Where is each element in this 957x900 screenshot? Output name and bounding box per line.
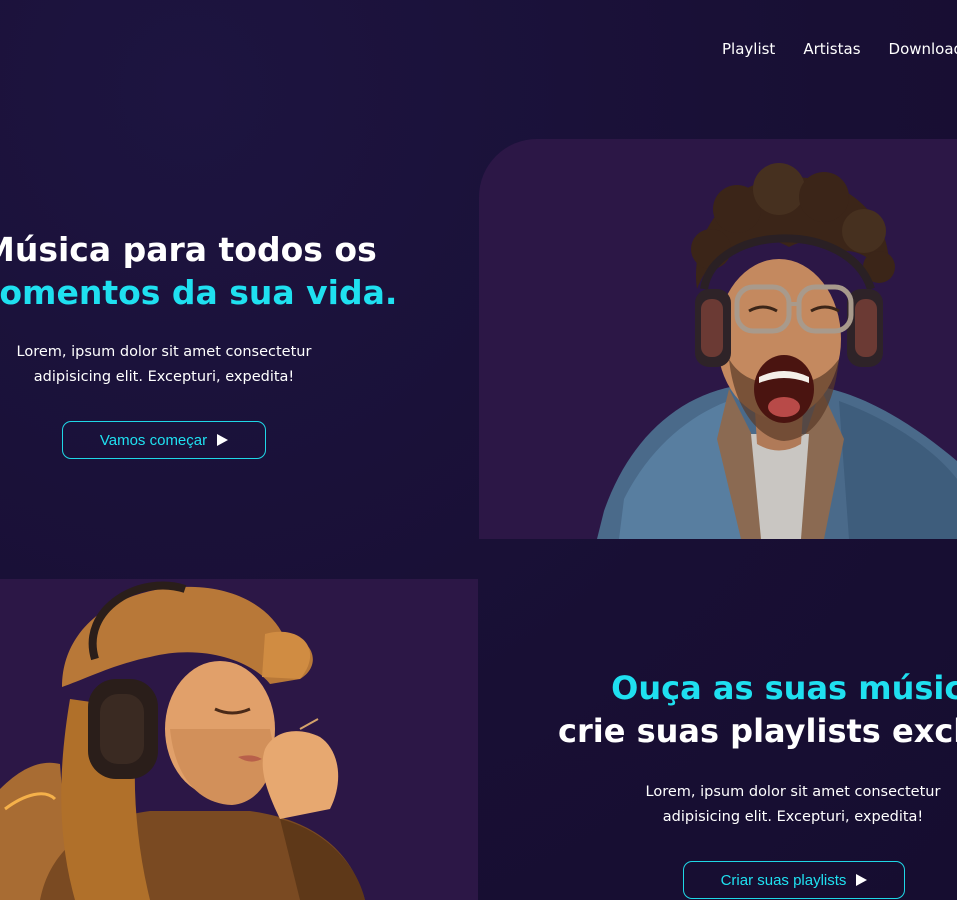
hero-2-title-line-1: Ouça as suas músicas e (611, 669, 957, 707)
hero-1-title-line-2: momentos da sua vida. (0, 273, 398, 312)
hero-1-image-man-with-headphones (479, 139, 957, 539)
man-with-headphones-illustration (597, 163, 957, 539)
hero-1-title-line-1: Música para todos os (0, 230, 377, 269)
hero-2-image-woman-with-headphones (0, 579, 478, 900)
hero-2-title-line-2: crie suas playlists exclusivas (558, 712, 957, 750)
nav-item-playlist[interactable]: Playlist (722, 38, 775, 60)
start-button-label: Vamos começar (99, 431, 208, 449)
hero-1-title: Música para todos os momentos da sua vid… (0, 228, 402, 314)
landing-page: Playlist Artistas Download Música para t… (0, 0, 957, 900)
top-nav: Playlist Artistas Download (700, 38, 957, 60)
hero-2-title: Ouça as suas músicas e crie suas playlis… (540, 667, 957, 753)
play-icon (856, 874, 868, 886)
hero-1-description: Lorem, ipsum dolor sit amet consectetur … (16, 344, 312, 385)
nav-item-artistas[interactable]: Artistas (803, 38, 860, 60)
woman-with-headphones-illustration (0, 581, 365, 900)
hero-2-description: Lorem, ipsum dolor sit amet consectetur … (645, 784, 941, 825)
nav-item-download[interactable]: Download (889, 38, 957, 60)
create-playlists-button[interactable]: Criar suas playlists (683, 861, 905, 899)
create-playlists-button-label: Criar suas playlists (720, 871, 847, 889)
start-button[interactable]: Vamos começar (62, 421, 266, 459)
hero-1-text-block: Música para todos os momentos da sua vid… (0, 228, 420, 385)
play-icon (217, 434, 229, 446)
